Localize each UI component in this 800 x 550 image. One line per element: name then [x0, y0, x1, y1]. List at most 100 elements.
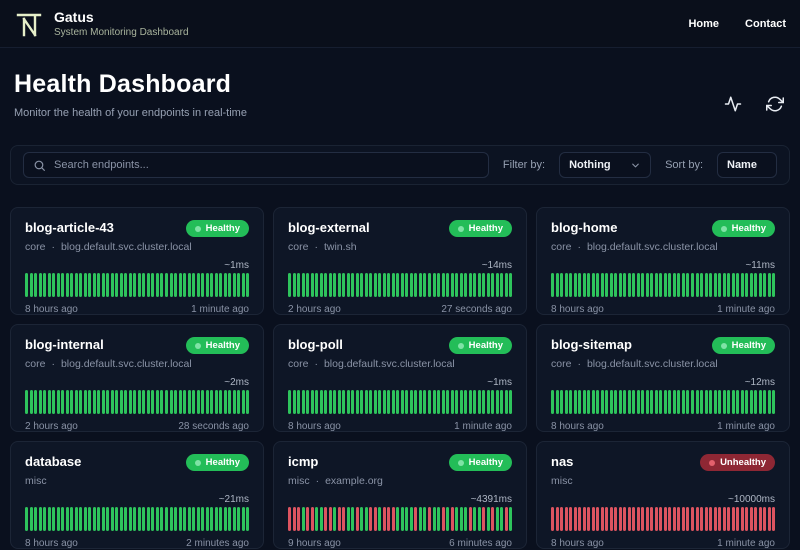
status-bar[interactable]	[88, 273, 92, 297]
status-bar[interactable]	[83, 507, 87, 531]
status-bar[interactable]	[201, 390, 205, 414]
status-bar[interactable]	[169, 390, 173, 414]
status-bar[interactable]	[47, 390, 51, 414]
status-bar[interactable]	[551, 273, 555, 297]
status-bar[interactable]	[582, 507, 586, 531]
status-bar[interactable]	[301, 390, 305, 414]
status-bar[interactable]	[151, 507, 155, 531]
status-bar[interactable]	[205, 273, 209, 297]
status-bar[interactable]	[491, 507, 495, 531]
status-bar[interactable]	[740, 273, 744, 297]
status-bar[interactable]	[315, 390, 319, 414]
status-bar[interactable]	[400, 273, 404, 297]
status-bar[interactable]	[509, 390, 513, 414]
status-bar[interactable]	[65, 273, 69, 297]
uptime-bars[interactable]	[288, 507, 513, 531]
status-bar[interactable]	[623, 273, 627, 297]
status-bar[interactable]	[83, 273, 87, 297]
nav-link-contact[interactable]: Contact	[745, 18, 786, 30]
status-bar[interactable]	[686, 507, 690, 531]
status-bar[interactable]	[101, 390, 105, 414]
status-bar[interactable]	[409, 390, 413, 414]
status-bar[interactable]	[596, 390, 600, 414]
status-bar[interactable]	[319, 390, 323, 414]
status-bar[interactable]	[306, 390, 310, 414]
status-bar[interactable]	[74, 507, 78, 531]
status-bar[interactable]	[409, 507, 413, 531]
status-bar[interactable]	[38, 507, 42, 531]
status-bar[interactable]	[337, 390, 341, 414]
status-bar[interactable]	[246, 273, 250, 297]
status-bar[interactable]	[596, 273, 600, 297]
status-bar[interactable]	[88, 507, 92, 531]
status-bar[interactable]	[387, 273, 391, 297]
status-bar[interactable]	[101, 273, 105, 297]
status-bar[interactable]	[459, 507, 463, 531]
status-bar[interactable]	[731, 390, 735, 414]
status-bar[interactable]	[38, 390, 42, 414]
status-bar[interactable]	[178, 273, 182, 297]
status-bar[interactable]	[663, 507, 667, 531]
status-bar[interactable]	[288, 507, 292, 531]
status-bar[interactable]	[555, 273, 559, 297]
status-bar[interactable]	[609, 390, 613, 414]
status-bar[interactable]	[378, 390, 382, 414]
status-bar[interactable]	[727, 390, 731, 414]
status-bar[interactable]	[324, 507, 328, 531]
status-bar[interactable]	[183, 507, 187, 531]
status-bar[interactable]	[446, 273, 450, 297]
status-bar[interactable]	[378, 273, 382, 297]
status-bar[interactable]	[25, 273, 29, 297]
status-bar[interactable]	[241, 507, 245, 531]
status-bar[interactable]	[25, 390, 29, 414]
status-bar[interactable]	[351, 507, 355, 531]
status-bar[interactable]	[151, 390, 155, 414]
status-bar[interactable]	[695, 390, 699, 414]
status-bar[interactable]	[133, 507, 137, 531]
status-bar[interactable]	[587, 273, 591, 297]
status-bar[interactable]	[441, 390, 445, 414]
status-bar[interactable]	[591, 390, 595, 414]
status-bar[interactable]	[618, 507, 622, 531]
status-bar[interactable]	[47, 507, 51, 531]
status-bar[interactable]	[641, 273, 645, 297]
status-bar[interactable]	[427, 273, 431, 297]
status-bar[interactable]	[79, 507, 83, 531]
status-bar[interactable]	[614, 507, 618, 531]
status-bar[interactable]	[396, 390, 400, 414]
status-bar[interactable]	[767, 273, 771, 297]
search-input[interactable]	[54, 159, 479, 171]
status-bar[interactable]	[668, 507, 672, 531]
status-bar[interactable]	[56, 273, 60, 297]
status-bar[interactable]	[228, 273, 232, 297]
status-bar[interactable]	[360, 390, 364, 414]
status-bar[interactable]	[468, 273, 472, 297]
status-bar[interactable]	[187, 273, 191, 297]
status-bar[interactable]	[704, 390, 708, 414]
status-bar[interactable]	[427, 390, 431, 414]
status-bar[interactable]	[369, 273, 373, 297]
status-bar[interactable]	[564, 507, 568, 531]
status-bar[interactable]	[672, 507, 676, 531]
status-bar[interactable]	[486, 507, 490, 531]
status-bar[interactable]	[405, 273, 409, 297]
status-bar[interactable]	[128, 507, 132, 531]
status-bar[interactable]	[450, 507, 454, 531]
status-bar[interactable]	[668, 273, 672, 297]
status-bar[interactable]	[324, 273, 328, 297]
status-bar[interactable]	[70, 507, 74, 531]
status-bar[interactable]	[709, 273, 713, 297]
status-bar[interactable]	[310, 507, 314, 531]
status-bar[interactable]	[174, 507, 178, 531]
status-bar[interactable]	[609, 273, 613, 297]
status-bar[interactable]	[355, 273, 359, 297]
status-bar[interactable]	[767, 507, 771, 531]
status-bar[interactable]	[110, 273, 114, 297]
status-bar[interactable]	[446, 507, 450, 531]
status-bar[interactable]	[645, 273, 649, 297]
endpoint-card[interactable]: blog-article-43 Healthy core · blog.defa…	[10, 207, 264, 315]
uptime-bars[interactable]	[551, 273, 776, 297]
status-bar[interactable]	[43, 390, 47, 414]
status-bar[interactable]	[246, 390, 250, 414]
status-bar[interactable]	[333, 507, 337, 531]
